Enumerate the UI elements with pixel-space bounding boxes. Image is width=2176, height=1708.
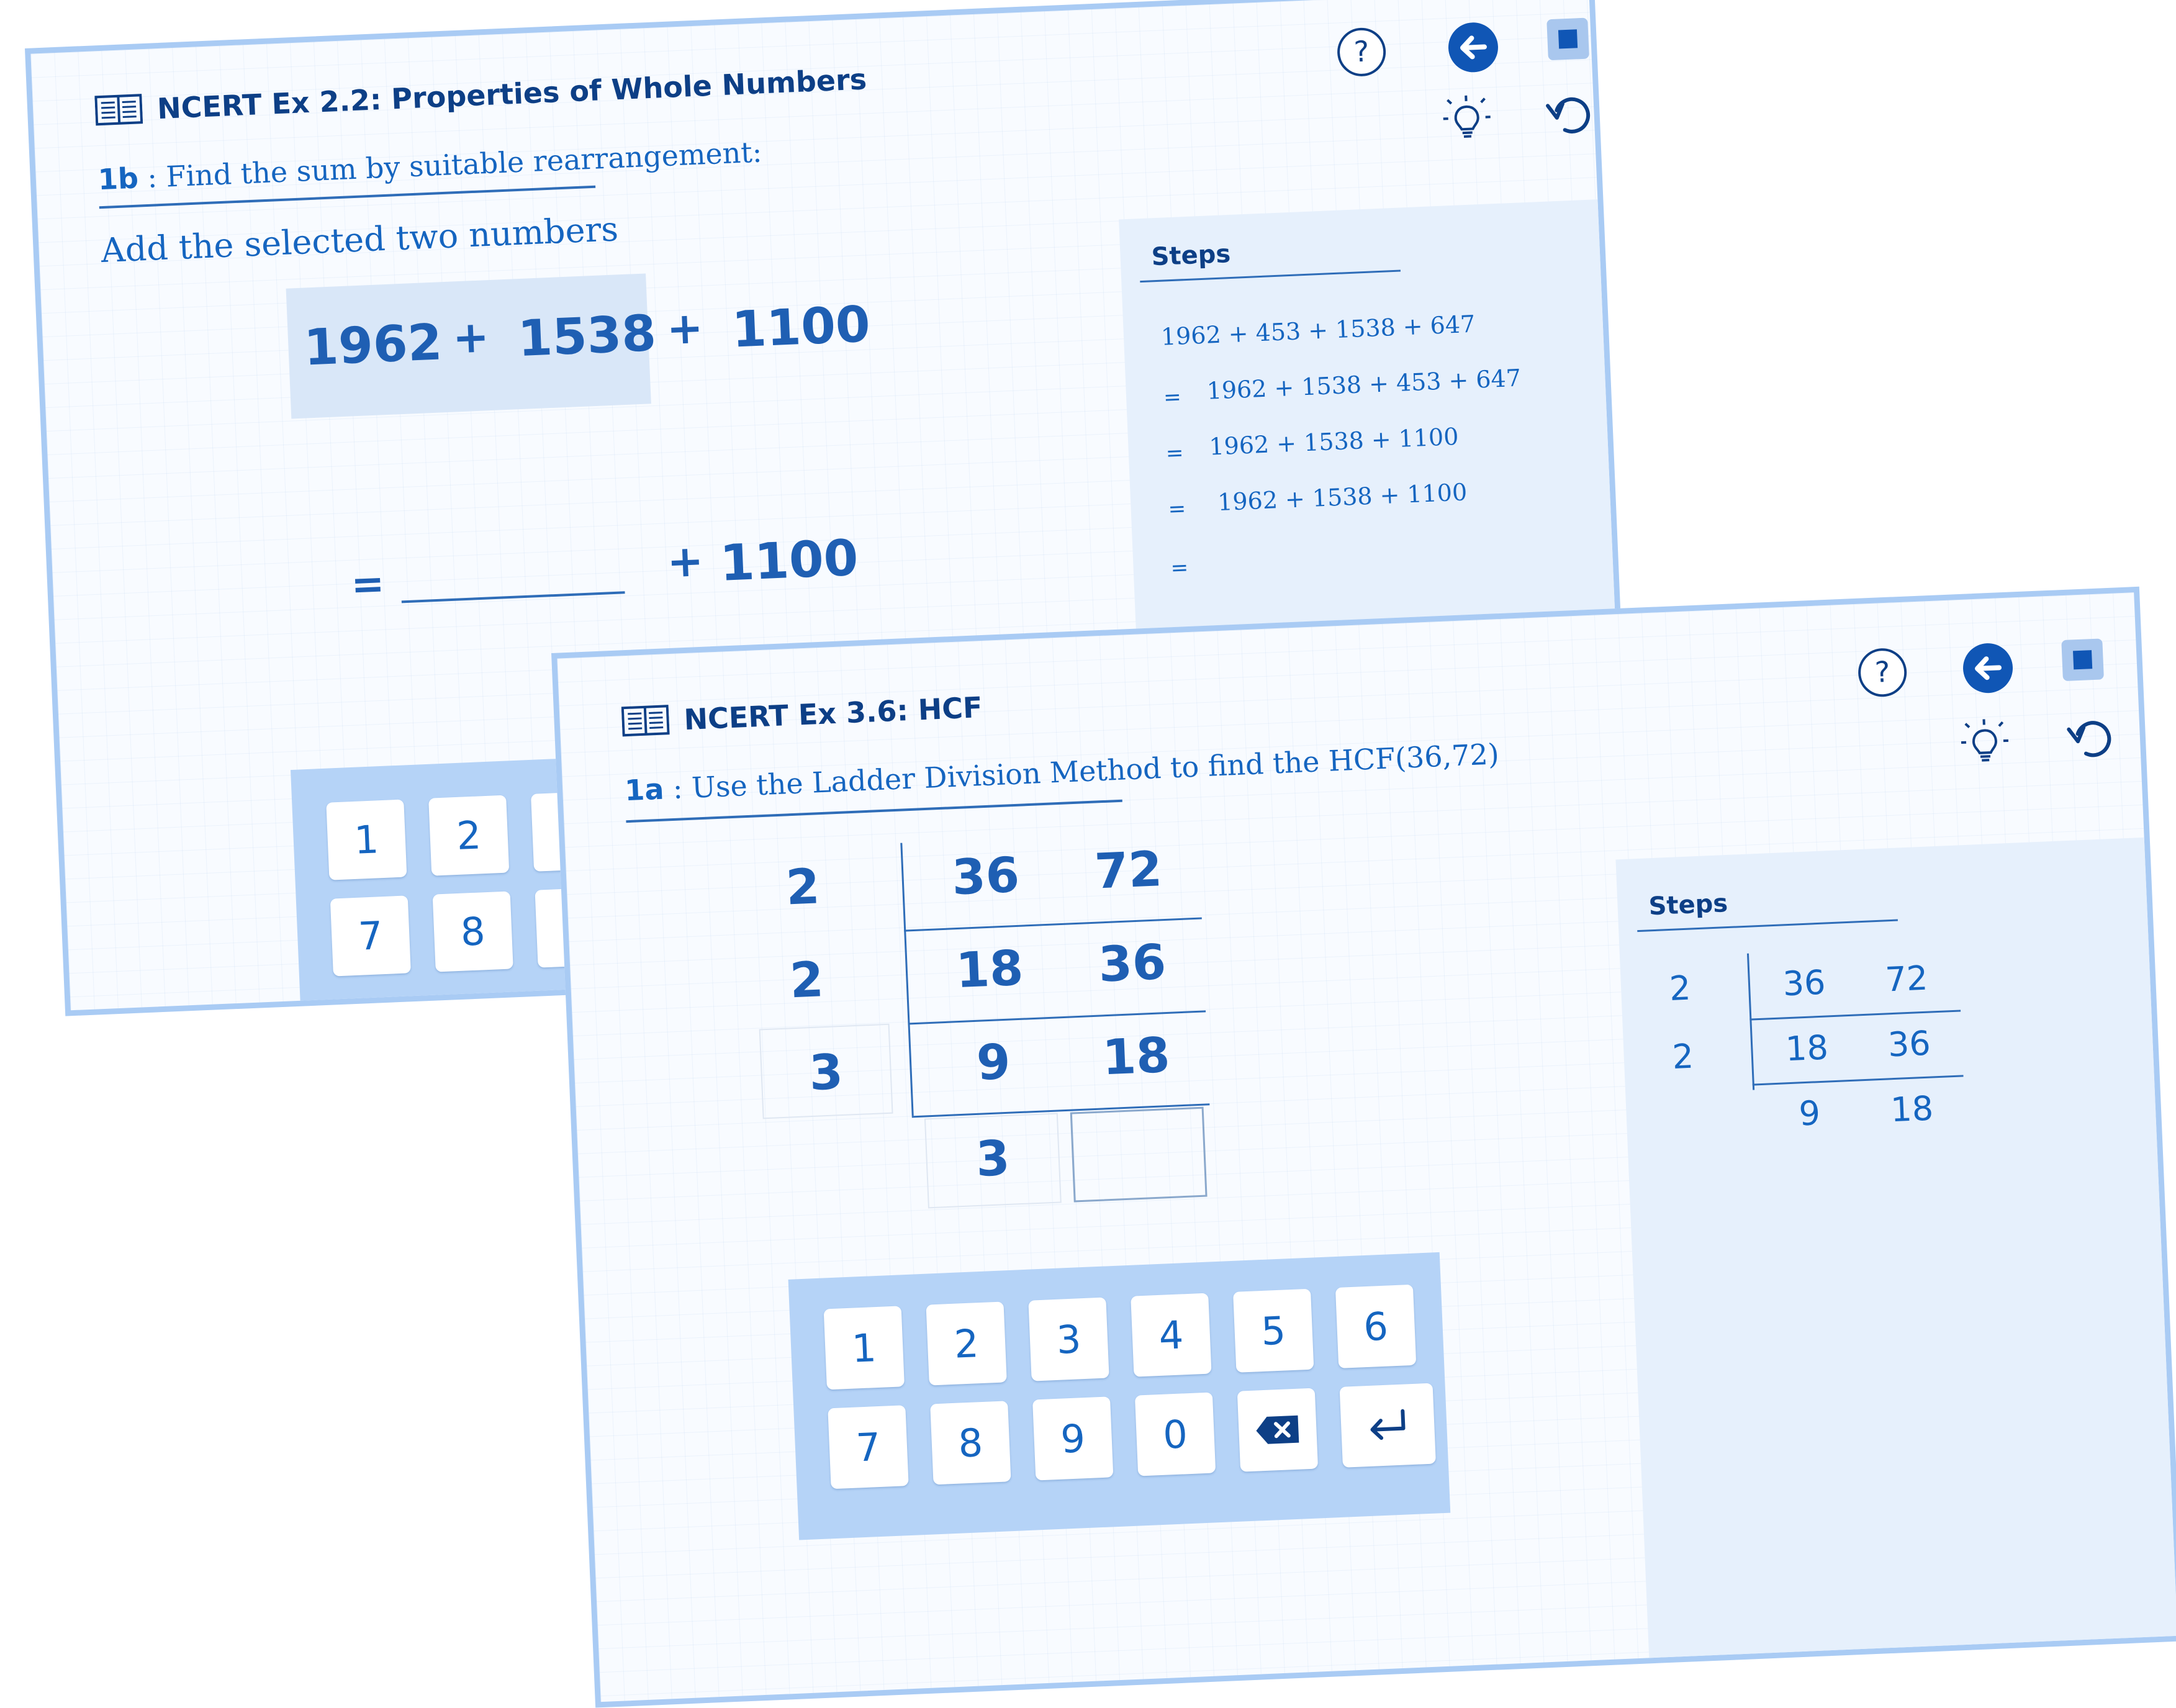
answer-input-box[interactable] [1070,1107,1208,1203]
equals-sign: = [350,561,386,608]
help-icon[interactable]: ? [1334,25,1388,79]
key-1[interactable]: 1 [326,800,407,880]
quotient-cell: 3 [925,1128,1061,1190]
step-equals: = [1168,496,1186,522]
question-prompt: 1b : Find the sum by suitable rearrangem… [97,135,762,196]
ladder-vertical-line [900,843,913,1116]
ladder-cell: 72 [1056,840,1201,902]
number-keypad: 1 2 3 4 5 6 7 8 9 0 [788,1252,1451,1540]
question-tag: 1a [624,772,664,808]
steps-cell: 72 [1856,957,1957,1001]
ladder-cell: 9 [921,1032,1066,1094]
key-5[interactable]: 5 [1233,1289,1314,1373]
enter-icon [1365,1407,1410,1444]
ladder-row-rule [904,917,1202,931]
key-0[interactable]: 0 [1135,1392,1216,1476]
divisor-3: 3 [779,1043,874,1103]
stop-icon[interactable] [1545,16,1591,61]
svg-text:?: ? [1353,34,1370,68]
steps-underline [1637,920,1898,933]
ladder-row-rule [908,1010,1206,1024]
key-4[interactable]: 4 [1131,1293,1211,1377]
steps-row-rule [1749,1010,1961,1020]
selected-number-1[interactable]: 1962 [303,313,443,376]
hint-bulb-icon[interactable] [1957,716,2011,770]
svg-text:?: ? [1874,655,1891,689]
steps-underline [1140,270,1401,283]
step-line-4: 1962 + 1538 + 1100 [1217,478,1468,516]
question-text: : Use the Ladder Division Method to find… [663,737,1499,805]
undo-icon[interactable] [2063,712,2117,766]
key-9[interactable]: 9 [1032,1396,1113,1480]
steps-panel: Steps 1962 + 453 + 1538 + 647 = 1962 + 1… [1119,198,1635,654]
number-3-repeated: 1100 [719,529,859,592]
steps-vertical-line [1747,954,1754,1090]
steps-divisor: 2 [1655,968,1706,1009]
key-1[interactable]: 1 [824,1306,905,1389]
step-line-1: 1962 + 453 + 1538 + 647 [1160,310,1476,351]
question-tag: 1b [97,161,139,197]
book-icon [94,93,143,127]
key-7[interactable]: 7 [330,895,411,976]
backspace-key[interactable] [1237,1388,1318,1472]
key-8[interactable]: 8 [433,891,513,972]
steps-cell: 9 [1759,1091,1860,1135]
step-line-3: 1962 + 1538 + 1100 [1209,423,1460,461]
steps-cell: 18 [1861,1088,1962,1131]
steps-title: Steps [1151,240,1231,271]
question-text: : Find the sum by suitable rearrangement… [138,135,763,194]
steps-cell: 36 [1754,962,1854,1005]
key-8[interactable]: 8 [930,1401,1011,1484]
answer-blank[interactable] [402,591,625,603]
key-2[interactable]: 2 [428,795,509,876]
step-line-2: 1962 + 1538 + 453 + 647 [1206,364,1522,405]
selected-number-2[interactable]: 1538 [517,304,657,368]
steps-panel: Steps 2 2 36 72 18 36 9 18 [1615,837,2176,1679]
exercise-title: NCERT Ex 2.2: Properties of Whole Number… [156,62,867,125]
plus-sign: + [451,311,490,363]
undo-icon[interactable] [1542,88,1596,142]
steps-row-rule [1753,1075,1964,1085]
exercise-title: NCERT Ex 3.6: HCF [684,690,983,736]
back-arrow-icon[interactable] [1446,20,1500,75]
divisor-2: 2 [775,951,839,1010]
question-prompt: 1a : Use the Ladder Division Method to f… [624,737,1499,807]
hint-bulb-icon[interactable] [1440,92,1494,146]
stop-icon[interactable] [2060,637,2105,682]
ladder-cell: 36 [913,846,1059,908]
ladder-cell: 18 [917,939,1062,1001]
step-equals: = [1165,440,1184,466]
exercise-card-hcf: NCERT Ex 3.6: HCF 1a : Use the Ladder Di… [551,587,2176,1708]
key-2[interactable]: 2 [926,1301,1006,1385]
help-icon[interactable]: ? [1855,646,1909,700]
step-equals: = [1170,555,1189,581]
steps-cell: 36 [1859,1023,1959,1066]
steps-title: Steps [1648,889,1728,921]
step-equals: = [1163,385,1181,410]
key-3[interactable]: 3 [1028,1298,1109,1381]
ladder-cell: 18 [1063,1026,1209,1088]
key-7[interactable]: 7 [828,1405,908,1489]
plus-sign: + [666,535,705,587]
book-icon [621,703,670,738]
back-arrow-icon[interactable] [1961,641,2015,695]
plus-sign: + [666,302,704,355]
key-6[interactable]: 6 [1335,1285,1416,1368]
number-3[interactable]: 1100 [731,295,871,358]
steps-cell: 18 [1756,1027,1857,1070]
steps-divisor: 2 [1658,1036,1709,1077]
backspace-icon [1254,1414,1301,1446]
instruction-text: Add the selected two numbers [100,209,619,270]
enter-key[interactable] [1340,1383,1436,1468]
divisor-1: 2 [770,858,835,916]
ladder-cell: 36 [1060,933,1205,995]
